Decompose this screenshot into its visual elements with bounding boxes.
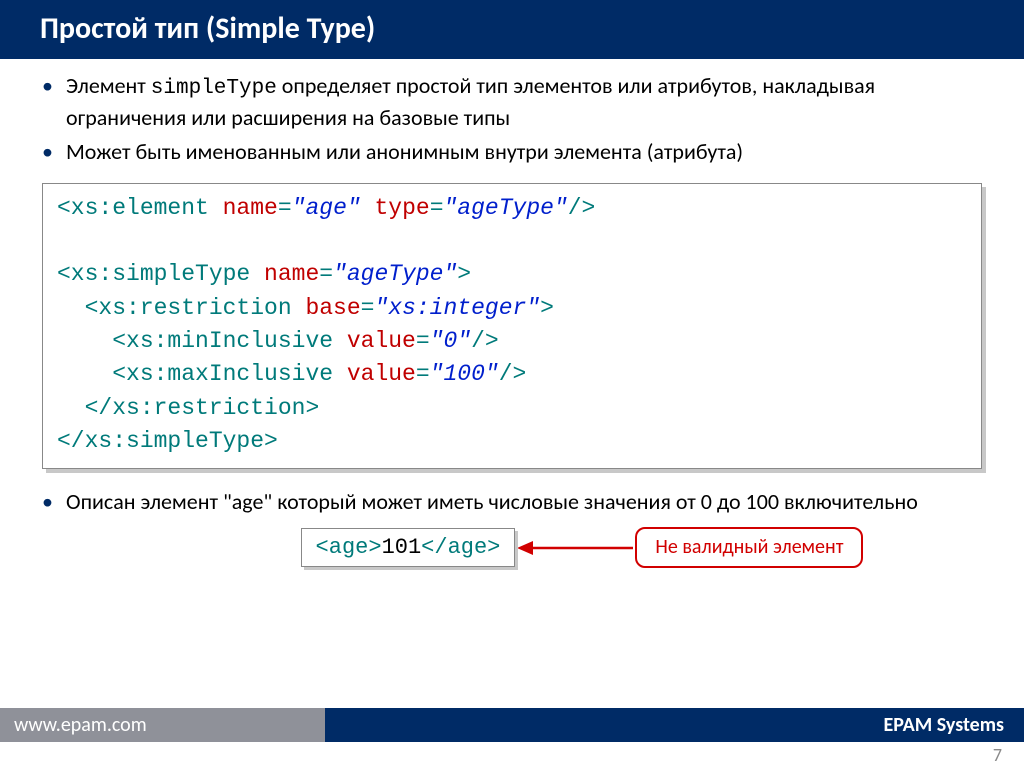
page-number: 7: [993, 744, 1002, 766]
slide-title: Простой тип (Simple Type): [0, 0, 1024, 59]
bullet-item: Может быть именованным или анонимным вну…: [66, 137, 994, 167]
code-attr: name: [250, 261, 319, 287]
bullet-text: Описан элемент "age" который может иметь…: [66, 488, 918, 515]
code-tag: <age>: [316, 535, 382, 560]
code-value: "ageType": [444, 195, 568, 221]
bullets-top: Элемент simpleType определяет простой ти…: [30, 71, 994, 167]
code-tag: <xs:simpleType: [57, 261, 250, 287]
code-attr: base: [292, 295, 361, 321]
code-attr: type: [361, 195, 430, 221]
code-attr: value: [333, 361, 416, 387]
code-tag: <xs:minInclusive: [57, 328, 333, 354]
code-eq: =: [361, 295, 375, 321]
example-code: <age>101</age>: [301, 528, 516, 567]
code-content: <xs:element name="age" type="ageType"/> …: [42, 183, 982, 470]
footer-company: EPAM Systems: [325, 708, 1024, 742]
bullet-text: Элемент: [66, 72, 151, 99]
code-tag: </xs:simpleType>: [57, 428, 278, 454]
code-tag: </xs:restriction>: [57, 395, 319, 421]
code-tag: <xs:maxInclusive: [57, 361, 333, 387]
example-row: <age>101</age> Не валидный элемент: [30, 527, 994, 568]
code-eq: =: [430, 195, 444, 221]
footer-url: www.epam.com: [0, 708, 325, 742]
footer-bar: www.epam.com EPAM Systems: [0, 708, 1024, 742]
code-eq: =: [416, 328, 430, 354]
code-block: <xs:element name="age" type="ageType"/> …: [42, 183, 982, 470]
code-tag: <xs:element: [57, 195, 209, 221]
code-attr: value: [333, 328, 416, 354]
code-value: "0": [430, 328, 471, 354]
code-text: 101: [382, 535, 422, 560]
callout-box: Не валидный элемент: [635, 527, 863, 568]
code-value: "ageType": [333, 261, 457, 287]
code-eq: =: [319, 261, 333, 287]
arrow-left-icon: [515, 530, 635, 566]
code-eq: =: [278, 195, 292, 221]
code-attr: name: [209, 195, 278, 221]
code-tag: <xs:restriction: [57, 295, 292, 321]
bullets-bottom: Описан элемент "age" который может иметь…: [30, 487, 994, 517]
code-tag: />: [499, 361, 527, 387]
bullet-item: Описан элемент "age" который может иметь…: [66, 487, 994, 517]
code-tag: >: [457, 261, 471, 287]
inline-code: simpleType: [151, 77, 277, 100]
bullet-text: Может быть именованным или анонимным вну…: [66, 138, 743, 165]
code-value: "xs:integer": [374, 295, 540, 321]
bullet-item: Элемент simpleType определяет простой ти…: [66, 71, 994, 133]
code-tag: />: [471, 328, 499, 354]
code-eq: =: [416, 361, 430, 387]
slide-content: Элемент simpleType определяет простой ти…: [0, 59, 1024, 568]
code-value: "100": [430, 361, 499, 387]
invalid-example: <age>101</age>: [301, 528, 516, 567]
code-value: "age": [292, 195, 361, 221]
code-tag: >: [540, 295, 554, 321]
code-tag: />: [568, 195, 596, 221]
callout-text: Не валидный элемент: [655, 535, 843, 559]
code-tag: </age>: [421, 535, 500, 560]
